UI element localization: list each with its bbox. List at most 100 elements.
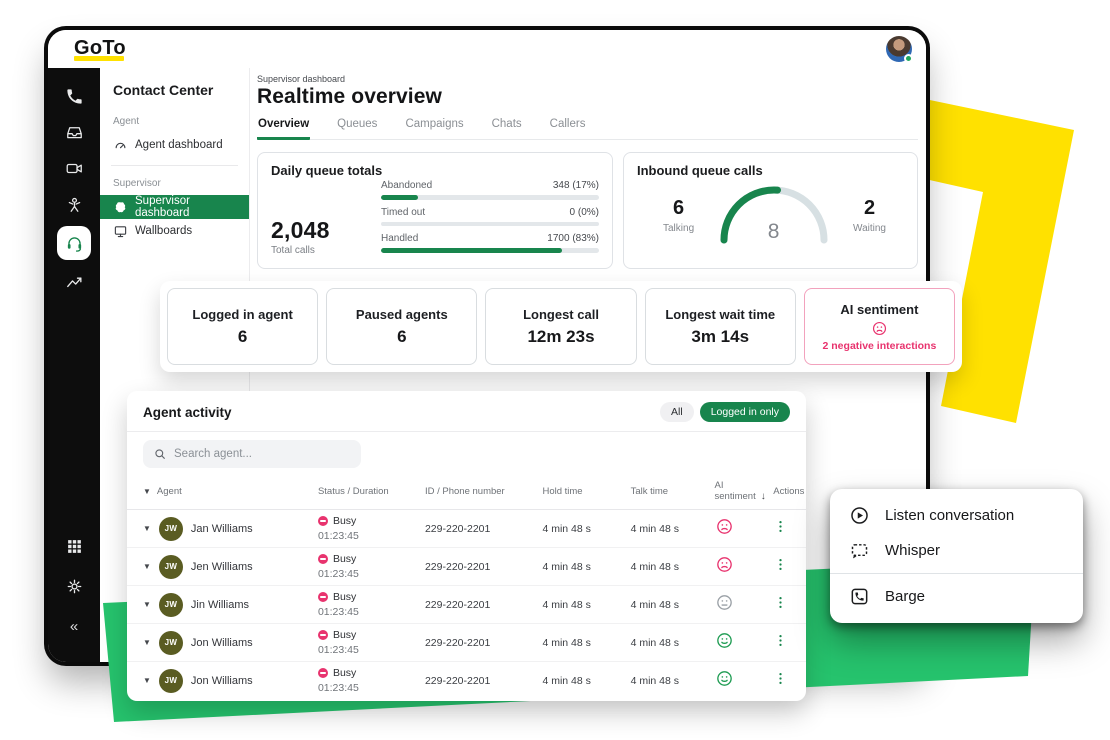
inbox-icon[interactable] [57,116,91,148]
bar-label: Abandoned [381,180,432,191]
sentiment-face-icon [715,669,734,688]
tab-callers[interactable]: Callers [549,118,587,139]
row-actions-menu-icon[interactable] [773,633,788,648]
search-icon [153,447,167,461]
agent-avatar: JW [159,669,183,693]
bar-value: 0 (0%) [570,207,599,218]
bar-label: Handled [381,233,418,244]
user-avatar[interactable] [886,36,912,62]
menu-divider [830,573,1083,574]
agent-activity-title: Agent activity [143,405,232,420]
tab-bar: Overview Queues Campaigns Chats Callers [257,118,918,140]
sentiment-face-icon [715,593,734,612]
card-title: Inbound queue calls [637,163,904,178]
sidebar-section-agent: Agent [100,112,249,133]
ai-sentiment-note: 2 negative interactions [823,340,937,352]
barge-phone-icon [849,586,870,607]
row-actions-context-menu: Listen conversation Whisper Barge [830,489,1083,623]
headset-icon[interactable] [57,226,91,260]
agent-table: ▼Agent Status / Duration ID / Phone numb… [127,474,806,699]
inbound-queue-calls-card: Inbound queue calls 6 Talking 8 [623,152,918,269]
bar-fill [381,195,418,200]
tab-chats[interactable]: Chats [491,118,523,139]
sidebar-item-label: Wallboards [135,225,192,237]
menu-item-barge[interactable]: Barge [830,579,1083,614]
menu-item-whisper[interactable]: Whisper [830,533,1083,568]
goto-logo-underline [74,56,124,61]
agent-avatar: JW [159,631,183,655]
goto-logo-text: GoTo [74,38,128,58]
stat-card-longest-wait: Longest wait time 3m 14s [645,288,796,365]
tab-campaigns[interactable]: Campaigns [404,118,464,139]
menu-item-listen-conversation[interactable]: Listen conversation [830,498,1083,533]
row-actions-menu-icon[interactable] [773,519,788,534]
topbar: GoTo [48,30,926,68]
sidebar-item-agent-dashboard[interactable]: Agent dashboard [100,133,249,157]
whisper-bubble-icon [849,540,870,561]
sad-face-icon [871,320,888,337]
row-actions-menu-icon[interactable] [773,557,788,572]
talking-label: Talking [663,223,694,234]
filter-all-pill[interactable]: All [660,402,694,422]
bar-handled: Handled 1700 (83%) [381,233,599,253]
collapse-icon[interactable]: « [57,610,91,642]
phone-icon[interactable] [57,80,91,112]
apps-grid-icon[interactable] [57,530,91,562]
people-icon[interactable] [57,188,91,220]
row-expand-caret-icon[interactable]: ▼ [143,638,151,647]
sentiment-face-icon [715,555,734,574]
stat-card-logged-in: Logged in agent 6 [167,288,318,365]
queue-gauge: 8 [710,184,838,246]
daily-queue-totals-card: Daily queue totals 2,048 Total calls Aba… [257,152,613,269]
sidebar-title: Contact Center [100,80,249,112]
agent-filter-caret-icon[interactable]: ▼ [143,487,151,496]
bar-label: Timed out [381,207,425,218]
tab-queues[interactable]: Queues [336,118,378,139]
stat-card-ai-sentiment: AI sentiment 2 negative interactions [804,288,955,365]
row-actions-menu-icon[interactable] [773,671,788,686]
busy-status-icon [318,592,328,602]
row-expand-caret-icon[interactable]: ▼ [143,600,151,609]
row-actions-menu-icon[interactable] [773,595,788,610]
table-row: ▼JWJon Williams Busy01:23:45 229-220-220… [127,624,806,662]
page-title: Realtime overview [257,85,918,109]
stat-strip: Logged in agent 6 Paused agents 6 Longes… [160,281,962,372]
breadcrumb: Supervisor dashboard [257,74,918,84]
stat-card-paused: Paused agents 6 [326,288,477,365]
play-circle-icon [849,505,870,526]
search-box[interactable] [143,440,361,468]
brain-icon [113,200,128,215]
sort-descending-icon[interactable]: ↓ [761,491,766,502]
table-row: ▼JWJan Williams Busy01:23:45 229-220-220… [127,510,806,548]
presence-dot [904,54,913,63]
bar-timed-out: Timed out 0 (0%) [381,207,599,227]
trend-icon[interactable] [57,266,91,298]
filter-logged-in-pill[interactable]: Logged in only [700,402,790,422]
tab-overview[interactable]: Overview [257,118,310,140]
bar-abandoned: Abandoned 348 (17%) [381,180,599,200]
stat-card-longest-call: Longest call 12m 23s [485,288,636,365]
sidebar-item-wallboards[interactable]: Wallboards [100,219,249,243]
sentiment-face-icon [715,517,734,536]
monitor-icon [113,224,128,239]
sentiment-face-icon [715,631,734,650]
search-agent-input[interactable] [174,448,351,460]
agent-avatar: JW [159,555,183,579]
gear-icon[interactable] [57,570,91,602]
gauge-value: 8 [710,220,838,244]
busy-status-icon [318,516,328,526]
row-expand-caret-icon[interactable]: ▼ [143,676,151,685]
icon-rail: « [48,68,100,662]
busy-status-icon [318,668,328,678]
row-expand-caret-icon[interactable]: ▼ [143,562,151,571]
sidebar-item-supervisor-dashboard[interactable]: Supervisor dashboard [100,195,249,219]
row-expand-caret-icon[interactable]: ▼ [143,524,151,533]
bar-value: 1700 (83%) [547,233,599,244]
talking-value: 6 [663,197,694,220]
table-row: ▼JWJen Williams Busy01:23:45 229-220-220… [127,548,806,586]
bar-fill [381,248,562,253]
waiting-value: 2 [853,197,886,220]
speedometer-icon [113,138,128,153]
sidebar-item-label: Agent dashboard [135,139,223,151]
video-camera-icon[interactable] [57,152,91,184]
